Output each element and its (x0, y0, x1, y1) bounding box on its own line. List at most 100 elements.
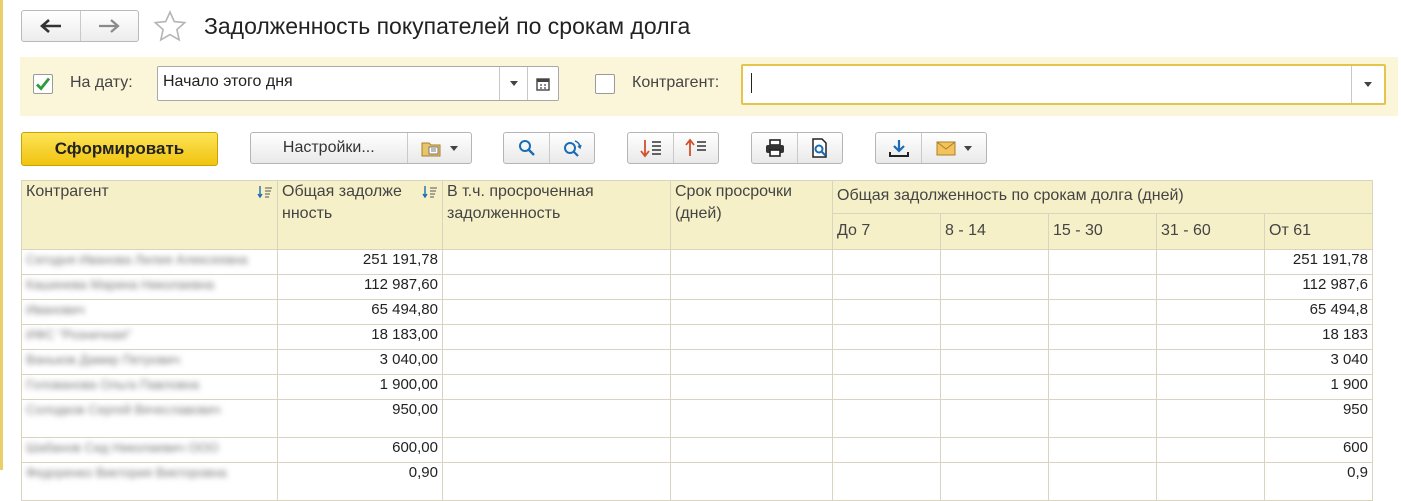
cell-term[interactable] (1048, 249, 1157, 275)
cell-term[interactable] (1156, 249, 1265, 275)
cell-over61[interactable]: 1 900 (1264, 374, 1373, 400)
cell-term[interactable] (1156, 399, 1265, 438)
cell-term[interactable] (1156, 349, 1265, 375)
calendar-button[interactable] (527, 67, 558, 100)
cell-overdue-days[interactable] (670, 324, 833, 350)
cell-term[interactable] (1156, 324, 1265, 350)
favorite-button[interactable] (153, 10, 187, 47)
cell-overdue[interactable] (442, 324, 671, 350)
cell-term[interactable] (832, 299, 941, 325)
cell-overdue-days[interactable] (670, 274, 833, 300)
cell-term[interactable] (1048, 274, 1157, 300)
table-row[interactable]: ИФС "Розничная" 18 183,00 18 183 (21, 324, 1373, 350)
cell-counterparty[interactable]: Солодков Сергей Вячеславович (21, 399, 278, 438)
cell-overdue[interactable] (442, 249, 671, 275)
cell-term[interactable] (940, 249, 1049, 275)
counterparty-checkbox[interactable] (595, 74, 615, 94)
cell-term[interactable] (832, 399, 941, 438)
cell-overdue-days[interactable] (670, 374, 833, 400)
cell-term[interactable] (940, 324, 1049, 350)
date-dropdown-button[interactable] (499, 67, 528, 100)
cell-overdue[interactable] (442, 349, 671, 375)
cell-term[interactable] (832, 374, 941, 400)
cell-overdue[interactable] (442, 374, 671, 400)
sort-descending-button[interactable] (628, 133, 673, 163)
cell-counterparty[interactable]: Ваньков Дамир Петрович (21, 349, 278, 375)
save-button[interactable] (876, 133, 921, 163)
cell-overdue[interactable] (442, 299, 671, 325)
cell-term[interactable] (940, 349, 1049, 375)
cell-overdue-days[interactable] (670, 399, 833, 438)
cell-total[interactable]: 18 183,00 (277, 324, 443, 350)
cell-overdue[interactable] (442, 274, 671, 300)
cell-term[interactable] (940, 299, 1049, 325)
cell-term[interactable] (940, 374, 1049, 400)
header-debt-by-term[interactable]: Общая задолженность по срокам долга (дне… (832, 180, 1373, 214)
cell-over61[interactable]: 600 (1264, 437, 1373, 463)
cell-term[interactable] (1156, 299, 1265, 325)
cell-term[interactable] (940, 274, 1049, 300)
counterparty-field[interactable] (741, 64, 1386, 105)
cell-total[interactable]: 65 494,80 (277, 299, 443, 325)
cell-overdue-days[interactable] (670, 349, 833, 375)
cell-counterparty[interactable]: Кашинева Марина Николаевна (21, 274, 278, 300)
variants-button[interactable] (408, 133, 471, 163)
settings-button[interactable]: Настройки... (251, 133, 407, 163)
cell-counterparty[interactable]: Голованова Ольга Павловна (21, 374, 278, 400)
cell-term[interactable] (1048, 374, 1157, 400)
header-term-8-14[interactable]: 8 - 14 (940, 213, 1049, 250)
cell-total[interactable]: 112 987,60 (277, 274, 443, 300)
cell-term[interactable] (1156, 437, 1265, 463)
header-total-debt[interactable]: Общая задолженность (277, 180, 443, 250)
cell-over61[interactable]: 112 987,6 (1264, 274, 1373, 300)
forward-button[interactable] (79, 11, 139, 41)
search-next-button[interactable] (550, 133, 594, 163)
print-preview-button[interactable] (798, 133, 842, 163)
cell-overdue-days[interactable] (670, 249, 833, 275)
cell-total[interactable]: 1 900,00 (277, 374, 443, 400)
header-term-31-60[interactable]: 31 - 60 (1156, 213, 1265, 250)
cell-total[interactable]: 600,00 (277, 437, 443, 463)
print-button[interactable] (752, 133, 797, 163)
cell-total[interactable]: 950,00 (277, 399, 443, 438)
search-button[interactable] (504, 133, 549, 163)
cell-over61[interactable]: 3 040 (1264, 349, 1373, 375)
cell-term[interactable] (1156, 374, 1265, 400)
table-row[interactable]: Иванович 65 494,80 65 494,8 (21, 299, 1373, 325)
table-row[interactable]: Сегодня Иванова Лилия Алексеевна 251 191… (21, 249, 1373, 275)
cell-over61[interactable]: 18 183 (1264, 324, 1373, 350)
cell-overdue-days[interactable] (670, 299, 833, 325)
cell-term[interactable] (832, 437, 941, 463)
table-row[interactable]: Кашинева Марина Николаевна 112 987,60 11… (21, 274, 1373, 300)
counterparty-dropdown-button[interactable] (1351, 66, 1384, 103)
cell-counterparty[interactable]: Иванович (21, 299, 278, 325)
sort-ascending-button[interactable] (674, 133, 718, 163)
cell-term[interactable] (1156, 274, 1265, 300)
date-field[interactable]: Начало этого дня (157, 66, 559, 101)
cell-term[interactable] (1048, 349, 1157, 375)
cell-over61[interactable]: 65 494,8 (1264, 299, 1373, 325)
date-checkbox[interactable] (33, 74, 53, 94)
table-row[interactable]: Солодков Сергей Вячеславович 950,00 950 (21, 399, 1373, 438)
cell-counterparty[interactable]: Шабанов Сид Николаевич ООО (21, 437, 278, 463)
cell-term[interactable] (1048, 437, 1157, 463)
header-term-15-30[interactable]: 15 - 30 (1048, 213, 1157, 250)
header-overdue-debt[interactable]: В т.ч. просроченная задолженность (442, 180, 671, 250)
cell-term[interactable] (1048, 399, 1157, 438)
header-counterparty[interactable]: Контрагент (21, 180, 278, 250)
cell-term[interactable] (832, 349, 941, 375)
cell-overdue[interactable] (442, 399, 671, 438)
cell-total[interactable]: 3 040,00 (277, 349, 443, 375)
cell-term[interactable] (832, 274, 941, 300)
cell-over61[interactable]: 950 (1264, 399, 1373, 438)
table-row[interactable]: Голованова Ольга Павловна 1 900,00 1 900 (21, 374, 1373, 400)
header-term-from61[interactable]: От 61 (1264, 213, 1373, 250)
table-row[interactable]: Шабанов Сид Николаевич ООО 600,00 600 (21, 437, 1373, 463)
send-email-button[interactable] (922, 133, 986, 163)
cell-overdue[interactable] (442, 437, 671, 463)
generate-button[interactable]: Сформировать (21, 132, 218, 166)
cell-term[interactable] (832, 324, 941, 350)
back-button[interactable] (22, 11, 80, 41)
header-overdue-days[interactable]: Срок просрочки (дней) (670, 180, 833, 250)
cell-overdue-days[interactable] (670, 437, 833, 463)
